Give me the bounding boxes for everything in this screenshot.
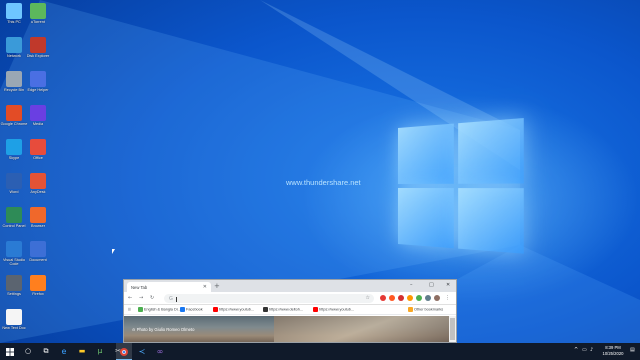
text-caret — [176, 296, 178, 302]
maximize-icon[interactable]: □ — [429, 281, 434, 289]
app-icon — [6, 309, 22, 325]
bookmarks-bar: ⠿ English & Bangla Di... Facebook https:… — [124, 305, 456, 315]
tray-chevron-icon[interactable]: ^ — [574, 347, 578, 353]
desktop-icon-label: Edge Helper — [27, 88, 49, 92]
app-icon — [30, 3, 46, 19]
desktop-icon-label: uTorrent — [31, 20, 45, 24]
desktop-icon[interactable]: Media — [24, 105, 52, 126]
menu-icon[interactable]: ⋮ — [445, 295, 450, 301]
bookmark-item[interactable]: https://www.deltoh... — [263, 307, 303, 312]
app-icon — [6, 241, 22, 257]
apps-icon[interactable]: ⠿ — [128, 307, 131, 312]
desktop-icon-label: Firefox — [32, 292, 44, 296]
desktop-icon[interactable]: AnyDesk — [24, 173, 52, 194]
extension-icon[interactable] — [416, 295, 422, 301]
app-icon — [6, 105, 22, 121]
desktop-icon-label: Browser — [31, 224, 45, 228]
close-tab-icon[interactable]: ✕ — [203, 284, 207, 290]
file-explorer-icon[interactable]: ▬ — [74, 343, 90, 360]
taskbar: ○ ⧉ e ▬ µ ✂ ≺ ∞ ^ ▭ ♪ 8:39 PM 10/25/2020… — [0, 343, 640, 360]
app-icon — [6, 37, 22, 53]
back-icon[interactable]: ← — [128, 295, 132, 301]
other-bookmarks[interactable]: Other bookmarks — [408, 307, 443, 312]
desktop-icon[interactable]: Firefox — [24, 275, 52, 296]
browser-toolbar: ← → ↻ G ☆ ⋮ — [124, 292, 456, 305]
new-tab-button[interactable]: + — [214, 282, 220, 290]
app-icon — [30, 173, 46, 189]
start-button[interactable] — [2, 343, 18, 360]
close-window-icon[interactable]: ✕ — [446, 281, 450, 289]
reload-icon[interactable]: ↻ — [150, 295, 154, 301]
volume-icon[interactable]: ♪ — [590, 347, 593, 353]
visual-studio-icon[interactable]: ∞ — [152, 343, 168, 360]
app-icon — [6, 275, 22, 291]
desktop-icon-label: New Text Doc — [2, 326, 26, 330]
desktop-icon[interactable]: Disk Explorer — [24, 37, 52, 58]
desktop-icon-label: Media — [32, 122, 44, 126]
desktop-icon[interactable]: Edge Helper — [24, 71, 52, 92]
search-icon: G — [169, 296, 173, 302]
app-icon — [30, 275, 46, 291]
desktop-icon[interactable]: New Text Doc — [0, 309, 28, 330]
app-icon — [6, 207, 22, 223]
app-icon — [30, 139, 46, 155]
tab-new-tab[interactable]: New Tab ✕ — [127, 282, 211, 292]
desktop-icon[interactable]: Document — [24, 241, 52, 262]
forward-icon[interactable]: → — [139, 295, 143, 301]
scrollbar[interactable] — [449, 316, 456, 342]
app-icon — [6, 3, 22, 19]
desktop-icon-label: Disk Explorer — [26, 54, 50, 58]
app-icon — [30, 105, 46, 121]
desktop-icon[interactable]: Office — [24, 139, 52, 160]
chrome-taskbar-icon[interactable] — [116, 343, 132, 360]
watermark-text: www.thundershare.net — [286, 178, 361, 187]
chrome-window[interactable]: New Tab ✕ + – □ ✕ ← → ↻ G ☆ ⋮ ⠿ English … — [123, 279, 457, 343]
app-icon — [6, 71, 22, 87]
extension-icon[interactable] — [407, 295, 413, 301]
notifications-icon[interactable]: ▤ — [630, 347, 635, 353]
vscode-icon[interactable]: ≺ — [134, 343, 150, 360]
bookmark-item[interactable]: https://www.youtub... — [313, 307, 354, 312]
extension-icon[interactable] — [380, 295, 386, 301]
utorrent-icon[interactable]: µ — [92, 343, 108, 360]
avatar[interactable] — [434, 295, 440, 301]
edge-icon[interactable]: e — [56, 343, 72, 360]
address-bar[interactable]: G ☆ — [164, 294, 374, 303]
puzzle-icon[interactable] — [425, 295, 431, 301]
clock-date: 10/25/2020 — [602, 351, 624, 356]
tab-title: New Tab — [131, 285, 148, 290]
bookmark-item[interactable]: Facebook — [180, 307, 203, 312]
search-icon[interactable]: ○ — [20, 343, 36, 360]
desktop-icon-label: Document — [29, 258, 47, 262]
app-icon — [30, 37, 46, 53]
network-icon[interactable]: ▭ — [582, 347, 587, 353]
bookmark-item[interactable]: https://www.youtub... — [213, 307, 254, 312]
windows-logo-wallpaper — [398, 118, 526, 256]
background-photo — [274, 316, 450, 342]
photo-credit[interactable]: ⊝ Photo by Giulio Romeo Olmeto — [132, 327, 194, 332]
link-icon: ⊝ — [132, 327, 136, 332]
app-icon — [30, 241, 46, 257]
desktop-icon[interactable]: uTorrent — [24, 3, 52, 24]
bookmark-star-icon[interactable]: ☆ — [366, 295, 370, 301]
desktop-icon[interactable]: Browser — [24, 207, 52, 228]
mouse-cursor — [112, 249, 115, 254]
desktop-icon-label: Office — [33, 156, 43, 160]
app-icon — [6, 173, 22, 189]
desktop-icon-label: AnyDesk — [30, 190, 46, 194]
minimize-icon[interactable]: – — [410, 281, 413, 289]
task-view-icon[interactable]: ⧉ — [38, 343, 54, 360]
clock[interactable]: 8:39 PM 10/25/2020 — [599, 345, 627, 357]
bookmark-item[interactable]: English & Bangla Di... — [138, 307, 181, 312]
extension-icon[interactable] — [389, 295, 395, 301]
app-icon — [6, 139, 22, 155]
extension-icon[interactable] — [398, 295, 404, 301]
app-icon — [30, 71, 46, 87]
app-icon — [30, 207, 46, 223]
windows-start-icon — [6, 347, 14, 356]
tab-strip: New Tab ✕ + – □ ✕ — [124, 280, 456, 292]
